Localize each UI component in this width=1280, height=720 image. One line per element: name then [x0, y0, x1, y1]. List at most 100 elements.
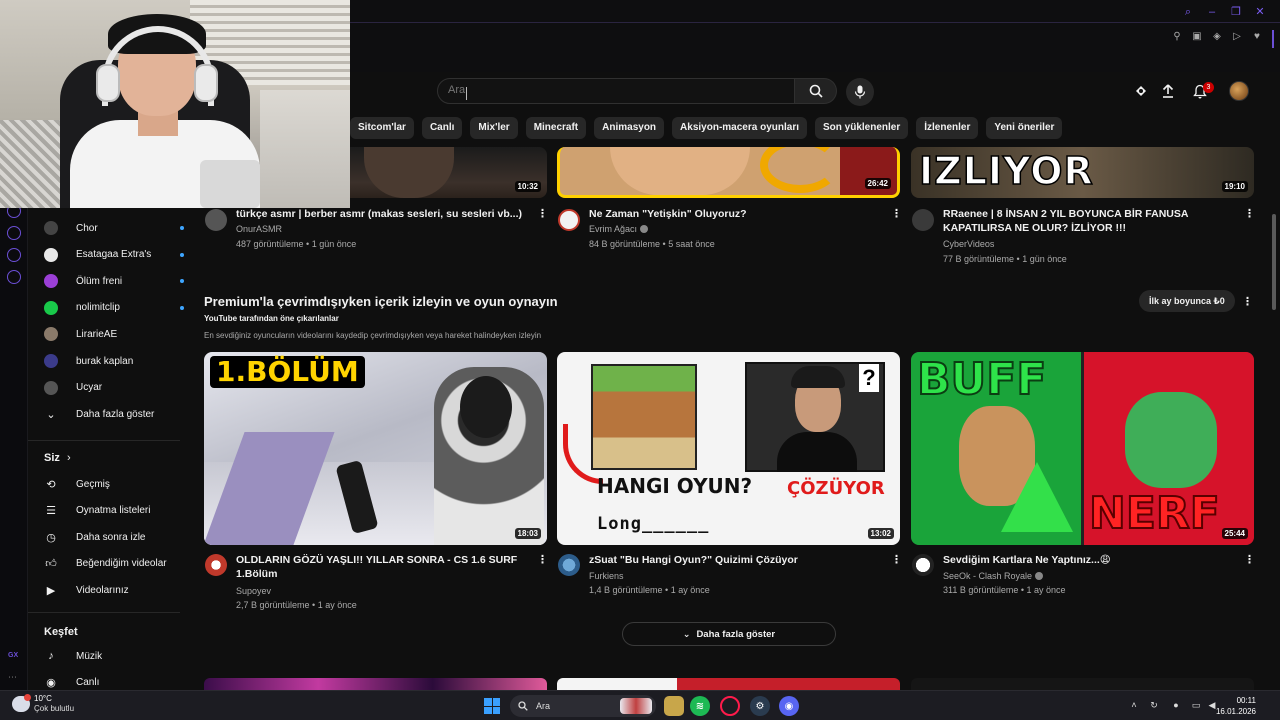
spotify-icon[interactable]: ≋ — [690, 696, 710, 716]
filter-chip[interactable]: Sitcom'lar — [350, 117, 414, 139]
channel-name[interactable]: Supoyev — [236, 584, 271, 598]
more-actions-icon[interactable]: ⋮ — [1244, 207, 1255, 221]
video-title[interactable]: zSuat "Bu Hangi Oyun?" Quizimi Çözüyor — [589, 553, 879, 567]
heart-icon[interactable]: ♥ — [1252, 32, 1262, 42]
channel-name[interactable]: Furkiens — [589, 569, 624, 583]
taskbar-search[interactable]: Ara — [510, 695, 656, 717]
channel-avatar[interactable] — [205, 554, 227, 576]
search-box[interactable] — [437, 78, 795, 104]
channel-avatar[interactable] — [912, 554, 934, 576]
filter-chip[interactable]: Canlı — [421, 117, 463, 139]
taskbar-clock[interactable]: 00:11 16.01.2026 — [1216, 695, 1256, 717]
subscription-item[interactable]: Ölüm freni — [44, 271, 184, 291]
minimize-icon[interactable]: – — [1206, 6, 1218, 18]
video-title[interactable]: OLDLARIN GÖZÜ YAŞLI!! YILLAR SONRA - CS … — [236, 553, 526, 581]
account-avatar[interactable] — [1229, 81, 1249, 101]
video-thumbnail[interactable]: BUFF NERF 25:44 — [911, 352, 1254, 545]
sidebar-item[interactable]: 👍︎ Beğendiğim videolar — [44, 554, 184, 574]
channel-avatar[interactable] — [558, 554, 580, 576]
channel-name[interactable]: CyberVideos — [943, 237, 994, 251]
channel-name[interactable]: SeeOk - Clash Royale — [943, 569, 1044, 583]
channel-avatar[interactable] — [912, 209, 934, 231]
subscription-item[interactable]: burak kaplan — [44, 351, 184, 371]
sidebar-show-more[interactable]: ⌄ Daha fazla göster — [44, 404, 184, 424]
channel-avatar[interactable] — [205, 209, 227, 231]
opera-gx-icon[interactable] — [720, 696, 740, 716]
video-thumbnail[interactable]: ? HANGI OYUN? ÇÖZÜYOR Long______ 13:02 — [557, 352, 900, 545]
you-heading[interactable]: Siz › — [44, 452, 71, 464]
subscription-label: Esatagaa Extra's — [76, 249, 152, 261]
video-thumbnail[interactable]: 26:42 — [557, 147, 900, 198]
page-scrollbar[interactable] — [1272, 214, 1276, 310]
play-icon[interactable]: ▷ — [1232, 32, 1242, 42]
webcam-overlay — [0, 0, 350, 208]
subscription-item[interactable]: Chor — [44, 218, 184, 238]
subscription-item[interactable]: nolimitclip — [44, 298, 184, 318]
video-thumbnail[interactable]: IZLIYOR 19:10 — [911, 147, 1254, 198]
shield-icon[interactable]: ◈ — [1212, 32, 1222, 42]
filter-chip[interactable]: Yeni öneriler — [986, 117, 1063, 139]
shelf-show-more-button[interactable]: ⌄ Daha fazla göster — [622, 622, 836, 646]
more-actions-icon[interactable]: ⋮ — [537, 207, 548, 221]
search-button[interactable] — [795, 78, 837, 104]
video-title[interactable]: Ne Zaman "Yetişkin" Oluyoruz? — [589, 207, 879, 221]
video-thumbnail[interactable] — [911, 678, 1254, 690]
more-actions-icon[interactable]: ⋮ — [1244, 553, 1255, 567]
video-duration: 18:03 — [514, 528, 541, 539]
weather-widget[interactable]: 10°C Çok bulutlu — [12, 694, 74, 714]
tray-chevron-icon[interactable]: ˄ — [1128, 699, 1140, 711]
channel-name[interactable]: OnurASMR — [236, 222, 282, 236]
mic-icon — [854, 85, 866, 99]
tray-display-icon[interactable]: ▭ — [1190, 699, 1202, 711]
more-icon[interactable]: ⋯ — [8, 672, 17, 683]
filter-chip[interactable]: İzlenenler — [916, 117, 979, 139]
channel-name[interactable]: Evrim Ağacı — [589, 222, 649, 236]
video-thumbnail[interactable]: 1.BÖLÜM 18:03 — [204, 352, 547, 545]
subscription-item[interactable]: Esatagaa Extra's — [44, 245, 184, 265]
restore-icon[interactable]: ❐ — [1230, 6, 1242, 18]
filter-chip[interactable]: Aksiyon-macera oyunları — [672, 117, 807, 139]
wallet-icon[interactable]: ▣ — [1192, 32, 1202, 42]
filter-chip[interactable]: Minecraft — [525, 117, 587, 139]
more-actions-icon[interactable]: ⋮ — [891, 207, 902, 221]
video-title[interactable]: türkçe asmr | berber asmr (makas sesleri… — [236, 207, 526, 221]
live-icon: ◉ — [46, 677, 56, 690]
messenger-icon[interactable] — [7, 248, 21, 262]
search-icon[interactable]: ⌕ — [1182, 6, 1194, 18]
pin-icon[interactable]: ⚲ — [1172, 32, 1182, 42]
file-explorer-icon[interactable] — [664, 696, 684, 716]
sidebar-item[interactable]: ◷ Daha sonra izle — [44, 527, 184, 547]
create-icon[interactable] — [1132, 82, 1150, 100]
premium-trial-button[interactable]: İlk ay boyunca ₺0 — [1139, 290, 1235, 312]
settings-icon[interactable] — [7, 270, 21, 284]
filter-chip[interactable]: Animasyon — [594, 117, 665, 139]
discord-icon[interactable]: ◉ — [779, 696, 799, 716]
video-title[interactable]: RRaenee | 8 İNSAN 2 YIL BOYUNCA BİR FANU… — [943, 207, 1233, 235]
search-input[interactable] — [448, 84, 778, 96]
video-thumbnail[interactable] — [557, 678, 900, 690]
subscription-item[interactable]: LirarieAE — [44, 324, 184, 344]
voice-search-button[interactable] — [846, 78, 874, 106]
more-actions-icon[interactable]: ⋮ — [537, 553, 548, 567]
close-icon[interactable]: ✕ — [1254, 6, 1266, 18]
sidebar-item[interactable]: ☰ Oynatma listeleri — [44, 501, 184, 521]
windows-start-icon[interactable] — [484, 698, 500, 714]
tray-sync-icon[interactable]: ↻ — [1148, 699, 1160, 711]
subscription-item[interactable]: Ucyar — [44, 378, 184, 398]
filter-chip[interactable]: Mix'ler — [470, 117, 518, 139]
video-thumbnail[interactable] — [204, 678, 547, 690]
filter-chip[interactable]: Son yüklenenler — [814, 117, 909, 139]
shelf-more-icon[interactable]: ⋮ — [1242, 295, 1253, 309]
sidebar-item[interactable]: ▶ Videolarınız — [44, 580, 184, 600]
sidebar-item[interactable]: ♪ Müzik — [44, 646, 184, 666]
weather-alert-badge — [24, 694, 31, 701]
tray-mic-icon[interactable]: ● — [1170, 699, 1182, 711]
channel-avatar[interactable] — [558, 209, 580, 231]
upload-icon[interactable] — [1159, 82, 1177, 100]
history-icon[interactable] — [7, 226, 21, 240]
video-title[interactable]: Sevdiğim Kartlara Ne Yaptınız...😩 — [943, 553, 1233, 567]
guide-sidebar: Chor Esatagaa Extra's Ölüm freni nolimitcli… — [28, 210, 198, 690]
steam-icon[interactable]: ⚙ — [750, 696, 770, 716]
more-actions-icon[interactable]: ⋮ — [891, 553, 902, 567]
sidebar-item[interactable]: ⟲ Geçmiş — [44, 474, 184, 494]
